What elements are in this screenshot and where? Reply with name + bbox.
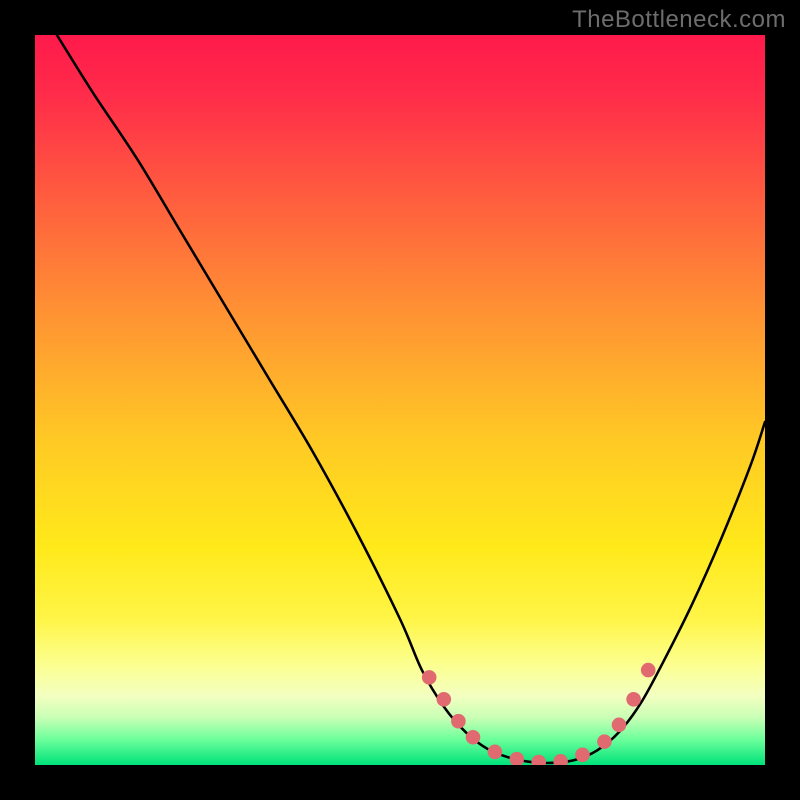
chart-frame: TheBottleneck.com bbox=[0, 0, 800, 800]
watermark-label: TheBottleneck.com bbox=[572, 6, 786, 34]
data-marker bbox=[641, 663, 656, 678]
data-marker bbox=[488, 745, 503, 760]
data-marker bbox=[597, 734, 612, 749]
curve-layer bbox=[35, 35, 765, 765]
data-marker bbox=[466, 730, 481, 745]
data-marker bbox=[626, 692, 641, 707]
data-marker bbox=[510, 752, 525, 765]
data-marker bbox=[553, 754, 568, 765]
data-marker bbox=[451, 714, 466, 729]
data-marker bbox=[575, 747, 590, 762]
data-marker bbox=[612, 718, 627, 733]
plot-area bbox=[35, 35, 765, 765]
data-marker bbox=[422, 670, 437, 685]
data-marker bbox=[531, 755, 546, 765]
data-marker bbox=[437, 692, 452, 707]
marker-group bbox=[422, 663, 656, 765]
bottleneck-curve bbox=[57, 35, 765, 763]
